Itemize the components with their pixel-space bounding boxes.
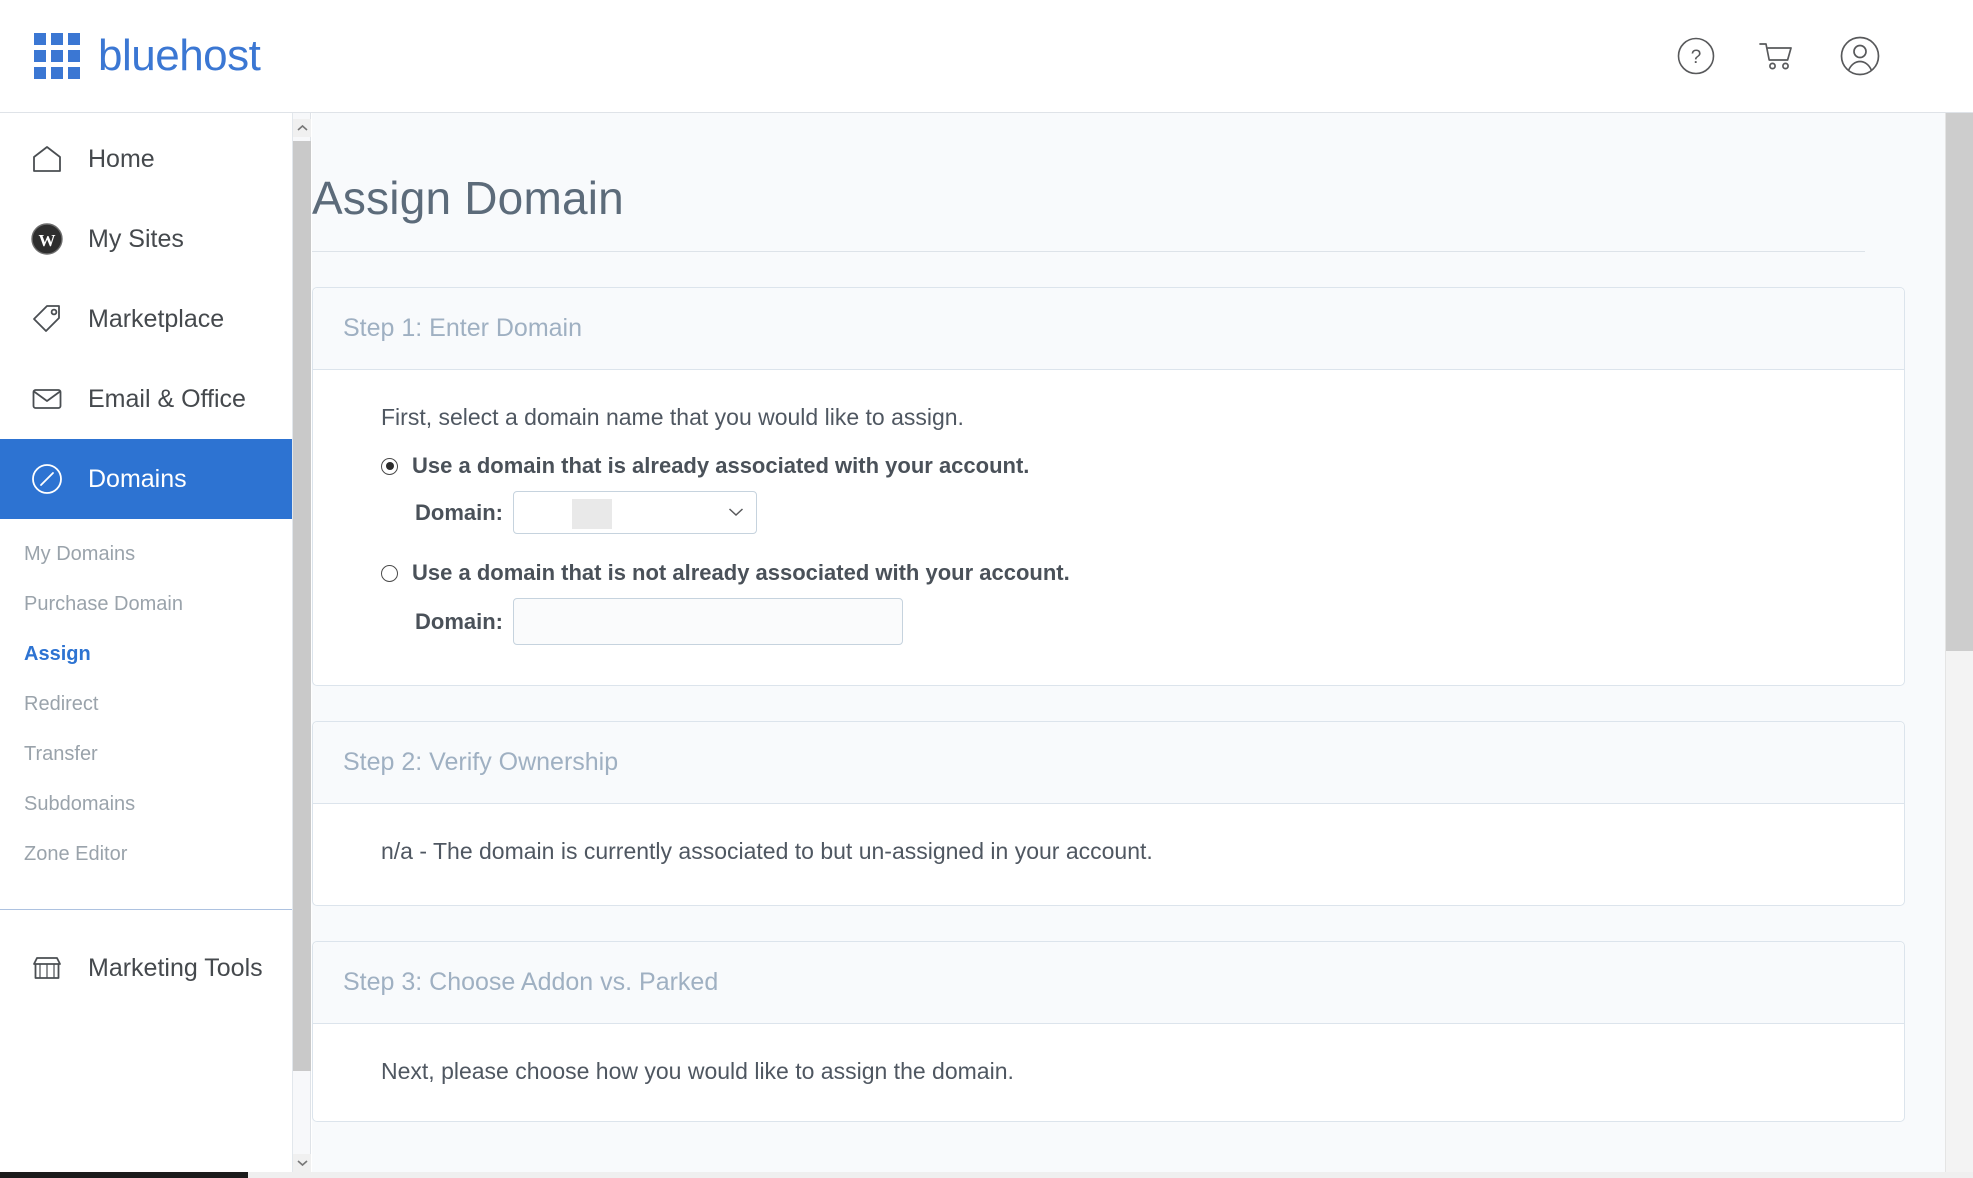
page-scrollbar-thumb[interactable] <box>1946 113 1973 651</box>
sidebar-item-label: Home <box>88 145 155 174</box>
sidebar-domains-submenu: My Domains Purchase Domain Assign Redire… <box>0 519 292 897</box>
sidebar-item-purchase-domain[interactable]: Purchase Domain <box>0 579 292 629</box>
sidebar-item-redirect[interactable]: Redirect <box>0 679 292 729</box>
sidebar-secondary-list: Marketing Tools <box>0 910 292 1008</box>
sidebar-item-domains[interactable]: Domains <box>0 439 292 519</box>
scroll-up-icon[interactable] <box>293 119 311 137</box>
home-icon <box>28 140 66 178</box>
option-existing-domain[interactable]: Use a domain that is already associated … <box>343 453 1874 479</box>
sidebar-item-marketing-tools[interactable]: Marketing Tools <box>0 928 292 1008</box>
option-new-domain[interactable]: Use a domain that is not already associa… <box>343 560 1874 586</box>
step2-body: n/a - The domain is currently associated… <box>313 804 1904 905</box>
sidebar-scrollbar[interactable] <box>293 113 311 1178</box>
sidebar-item-marketplace[interactable]: Marketplace <box>0 279 292 359</box>
new-domain-input[interactable] <box>513 598 903 645</box>
existing-domain-field-row: Domain: <box>343 491 1874 534</box>
radio-existing-domain[interactable] <box>381 458 398 475</box>
step1-card: Step 1: Enter Domain First, select a dom… <box>312 287 1905 686</box>
sidebar-item-label: Email & Office <box>88 385 246 414</box>
step2-header: Step 2: Verify Ownership <box>313 722 1904 804</box>
sidebar-item-label: Marketplace <box>88 305 224 334</box>
page-header: Assign Domain <box>312 113 1865 252</box>
sidebar-item-zone-editor[interactable]: Zone Editor <box>0 829 292 879</box>
compass-icon <box>28 460 66 498</box>
step1-header: Step 1: Enter Domain <box>313 288 1904 370</box>
sidebar-scrollbar-thumb[interactable] <box>293 141 311 1071</box>
horizontal-scrollbar-thumb[interactable] <box>0 1172 248 1178</box>
step3-card: Step 3: Choose Addon vs. Parked Next, pl… <box>312 941 1905 1122</box>
bluehost-logo[interactable]: bluehost <box>34 33 260 79</box>
horizontal-scrollbar[interactable] <box>0 1172 1973 1178</box>
existing-domain-select[interactable] <box>513 491 757 534</box>
scroll-down-icon[interactable] <box>293 1154 311 1172</box>
sidebar-nav: Home W My Sites <box>0 113 293 1178</box>
shopping-cart-icon[interactable] <box>1757 35 1799 77</box>
sidebar-item-transfer[interactable]: Transfer <box>0 729 292 779</box>
user-account-icon[interactable] <box>1839 35 1881 77</box>
sidebar-item-label: Domains <box>88 465 187 494</box>
svg-text:?: ? <box>1691 47 1702 68</box>
svg-text:W: W <box>39 231 56 250</box>
redacted-domain-value <box>572 499 612 529</box>
step3-body-text: Next, please choose how you would like t… <box>343 1058 1874 1085</box>
option-existing-label: Use a domain that is already associated … <box>412 453 1029 479</box>
page-scrollbar[interactable] <box>1945 113 1973 1178</box>
sidebar-primary-list: Home W My Sites <box>0 113 292 1008</box>
sidebar-item-subdomains[interactable]: Subdomains <box>0 779 292 829</box>
help-circle-icon[interactable]: ? <box>1675 35 1717 77</box>
new-domain-field-row: Domain: <box>343 598 1874 645</box>
step1-body: First, select a domain name that you wou… <box>313 370 1904 685</box>
sidebar-item-my-domains[interactable]: My Domains <box>0 529 292 579</box>
step3-body: Next, please choose how you would like t… <box>313 1024 1904 1121</box>
sidebar-item-my-sites[interactable]: W My Sites <box>0 199 292 279</box>
radio-new-domain[interactable] <box>381 565 398 582</box>
step2-body-text: n/a - The domain is currently associated… <box>343 838 1874 865</box>
title-divider <box>312 251 1865 252</box>
grid-logo-icon <box>34 33 80 79</box>
step2-card: Step 2: Verify Ownership n/a - The domai… <box>312 721 1905 906</box>
step3-header: Step 3: Choose Addon vs. Parked <box>313 942 1904 1024</box>
wordpress-icon: W <box>28 220 66 258</box>
chevron-down-icon <box>728 504 744 522</box>
sidebar-item-label: Marketing Tools <box>88 954 263 983</box>
header-actions: ? <box>1675 35 1881 77</box>
sidebar-item-assign[interactable]: Assign <box>0 629 292 679</box>
sidebar-item-home[interactable]: Home <box>0 119 292 199</box>
option-new-label: Use a domain that is not already associa… <box>412 560 1070 586</box>
storefront-icon <box>28 949 66 987</box>
top-header-bar: bluehost ? <box>0 0 1973 113</box>
new-domain-label: Domain: <box>415 609 503 635</box>
tag-icon <box>28 300 66 338</box>
step1-lead-text: First, select a domain name that you wou… <box>343 404 1874 431</box>
envelope-icon <box>28 380 66 418</box>
sidebar-item-email-office[interactable]: Email & Office <box>0 359 292 439</box>
app-root: bluehost ? <box>0 0 1973 1178</box>
main-content: Assign Domain Step 1: Enter Domain First… <box>312 113 1945 1178</box>
existing-domain-label: Domain: <box>415 500 503 526</box>
brand-name: bluehost <box>98 34 260 78</box>
page-title: Assign Domain <box>312 171 1865 225</box>
sidebar-item-label: My Sites <box>88 225 184 254</box>
